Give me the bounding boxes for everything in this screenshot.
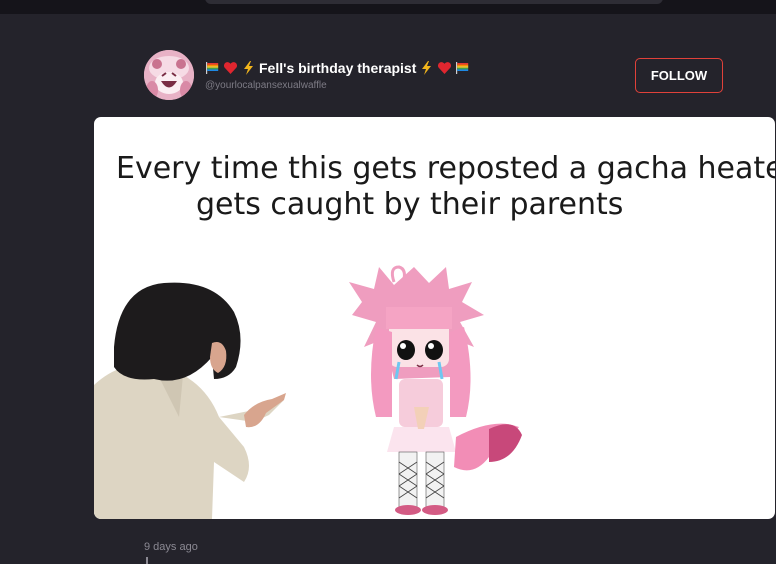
lightning-icon — [244, 61, 253, 75]
pride-flag-icon — [456, 62, 469, 74]
follow-button[interactable]: FOLLOW — [635, 58, 723, 93]
author-handle[interactable]: @yourlocalpansexualwaffle — [205, 80, 327, 91]
post-timestamp: 9 days ago — [144, 541, 198, 553]
post-image[interactable]: Every time this gets reposted a gacha he… — [94, 117, 775, 519]
top-navigation-bar — [0, 0, 776, 14]
heart-icon — [438, 62, 452, 74]
lightning-icon — [422, 61, 432, 75]
woman-pointing-figure — [94, 282, 286, 519]
author-display-name[interactable]: Fell's birthday therapist — [205, 58, 470, 78]
pride-flag-icon — [206, 62, 219, 74]
heart-icon — [223, 62, 238, 74]
search-bar[interactable] — [205, 0, 663, 4]
caption-line-2: gets caught by their parents — [196, 187, 624, 222]
caption-line-1: Every time this gets reposted a gacha he… — [116, 151, 775, 186]
comment-icon[interactable] — [146, 557, 152, 564]
gacha-character — [349, 265, 522, 515]
author-avatar[interactable] — [144, 50, 194, 100]
pink-smiling-character-avatar-icon — [144, 50, 194, 100]
author-name-text: Fell's birthday therapist — [259, 60, 417, 76]
